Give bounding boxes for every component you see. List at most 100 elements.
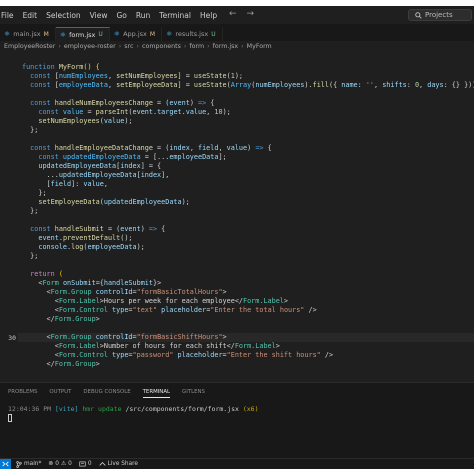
code-token: = [83,108,96,116]
tab-label: results.jsx [175,30,209,38]
code-token: numEmployees [58,72,108,80]
code-token: "password" [132,351,178,359]
code-token: , [189,144,198,152]
breadcrumb-item[interactable]: form.jsx [213,43,238,50]
panel-tab-terminal[interactable]: TERMINAL [142,389,171,398]
code-token: Form.Label [58,342,100,350]
panel-tab-output[interactable]: OUTPUT [49,389,71,398]
code-token: ); [136,243,145,251]
forward-arrow-icon[interactable]: → [247,9,255,19]
breadcrumb: EmployeeRoster › employee-roster › src › compo… [0,41,474,52]
code-token: shifts [382,81,407,89]
code-line: const handleNumEmployeesChange = (event)… [22,99,214,108]
menu-item-run[interactable]: Run [136,11,150,20]
code-token: "text" [132,306,162,314]
code-token: Hours per week for each employee [103,297,235,305]
menu-item-help[interactable]: Help [200,11,217,20]
terminal-hmr-text: hmr update [82,405,122,413]
code-token: ); [222,108,231,116]
git-branch-icon [16,460,22,468]
ports-status[interactable]: 0 [79,461,92,467]
code-line: </Form.Group> [22,315,100,324]
menu-item-file[interactable]: File [1,11,14,20]
live-share-label: Live Share [107,461,138,467]
menu-item-view[interactable]: View [90,11,108,20]
warning-icon: ⚠ [60,461,67,467]
back-arrow-icon[interactable]: ← [229,9,237,19]
code-token: "Enter the total hours" [210,306,309,314]
menu-item-edit[interactable]: Edit [23,11,38,20]
code-token: updatedEmployeeData [103,198,182,206]
vscode-window: File Edit Selection View Go Run Terminal Help ←… [0,0,474,474]
tab-status-badge: M [43,30,49,38]
bottom-panel: PROBLEMS OUTPUT DEBUG CONSOLE TERMINAL GITLE… [0,382,474,458]
code-line: }; [22,252,38,261]
code-token: handleEmployeeDataChange [54,144,153,152]
command-center-search[interactable]: Projects [408,9,472,21]
panel-tab-debug-console[interactable]: DEBUG CONSOLE [83,389,130,398]
code-token: < [22,333,51,341]
terminal-cursor[interactable] [8,414,12,422]
code-token: fill [312,81,329,89]
tab-main-jsx[interactable]: ⚛ main.jsx M [0,27,56,41]
tab-results-jsx[interactable]: ⚛ results.jsx U [162,27,223,41]
live-share-icon [98,462,106,466]
tab-App-jsx[interactable]: ⚛ App.jsx M [110,27,163,41]
code-token: value [62,108,84,116]
code-token: > [95,360,100,368]
code-token: handleNumEmployeesChange [54,99,153,107]
code-token: field [50,180,72,188]
breadcrumb-item[interactable]: src [124,43,133,50]
code-token: const [22,108,63,116]
code-token: MyForm [58,63,84,71]
menu-item-selection[interactable]: Selection [46,11,81,20]
code-editor[interactable]: 30 function MyForm() { const [numEmploye… [0,52,474,382]
code-token: ] = [177,81,194,89]
menu-item-go[interactable]: Go [116,11,126,20]
git-branch-status[interactable]: main* [16,460,41,468]
breadcrumb-item[interactable]: components [142,43,181,50]
code-token: > [275,342,280,350]
breadcrumb-item[interactable]: form [189,43,204,50]
code-token: ); [124,117,133,125]
code-token: name [341,81,358,89]
code-token: </ [234,297,243,305]
code-token: const [22,81,55,89]
line-number: 30 [8,334,16,342]
code-token: Form.Label [58,297,100,305]
code-token: numEmployees [255,81,305,89]
breadcrumb-item[interactable]: employee-roster [64,43,116,50]
code-line: <Form.Group controlId="formBasicTotalHou… [22,288,227,297]
live-share-status[interactable]: Live Share [98,461,138,467]
code-token: ); [234,72,244,80]
code-token: ) [189,99,198,107]
menu-item-terminal[interactable]: Terminal [159,11,191,20]
panel-tab-problems[interactable]: PROBLEMS [8,389,37,398]
warning-count: 0 [68,461,72,467]
breadcrumb-separator-icon: › [207,43,210,50]
breadcrumb-item[interactable]: MyForm [247,43,272,50]
code-token: onSubmit [62,279,96,287]
code-token: ], [161,171,170,179]
tab-form-jsx[interactable]: ⚛ form.jsx U [55,27,110,41]
code-line: [field]: value, [22,180,108,189]
code-token: event [120,225,141,233]
code-token: placeholder [177,351,223,359]
code-token: < [22,297,59,305]
code-line: }; [22,126,38,135]
code-token: Form.Group [54,360,96,368]
remote-indicator-icon[interactable] [0,459,11,469]
code-token: Form.Group [50,333,96,341]
code-token: parseInt [95,108,129,116]
react-icon: ⚛ [166,30,173,38]
code-token: }; [22,189,47,197]
code-token: Form.Control [58,306,113,314]
remote-icon [2,461,9,467]
code-token: employeeData [169,153,219,161]
code-line: function MyForm() { [22,63,100,72]
panel-tab-gitlens[interactable]: GITLENS [182,389,205,398]
code-token: ({ [328,81,342,89]
breadcrumb-item[interactable]: EmployeeRoster [4,43,55,50]
code-token: => [255,144,268,152]
problems-status[interactable]: ⊗ 0 ⚠ 0 [48,461,71,467]
